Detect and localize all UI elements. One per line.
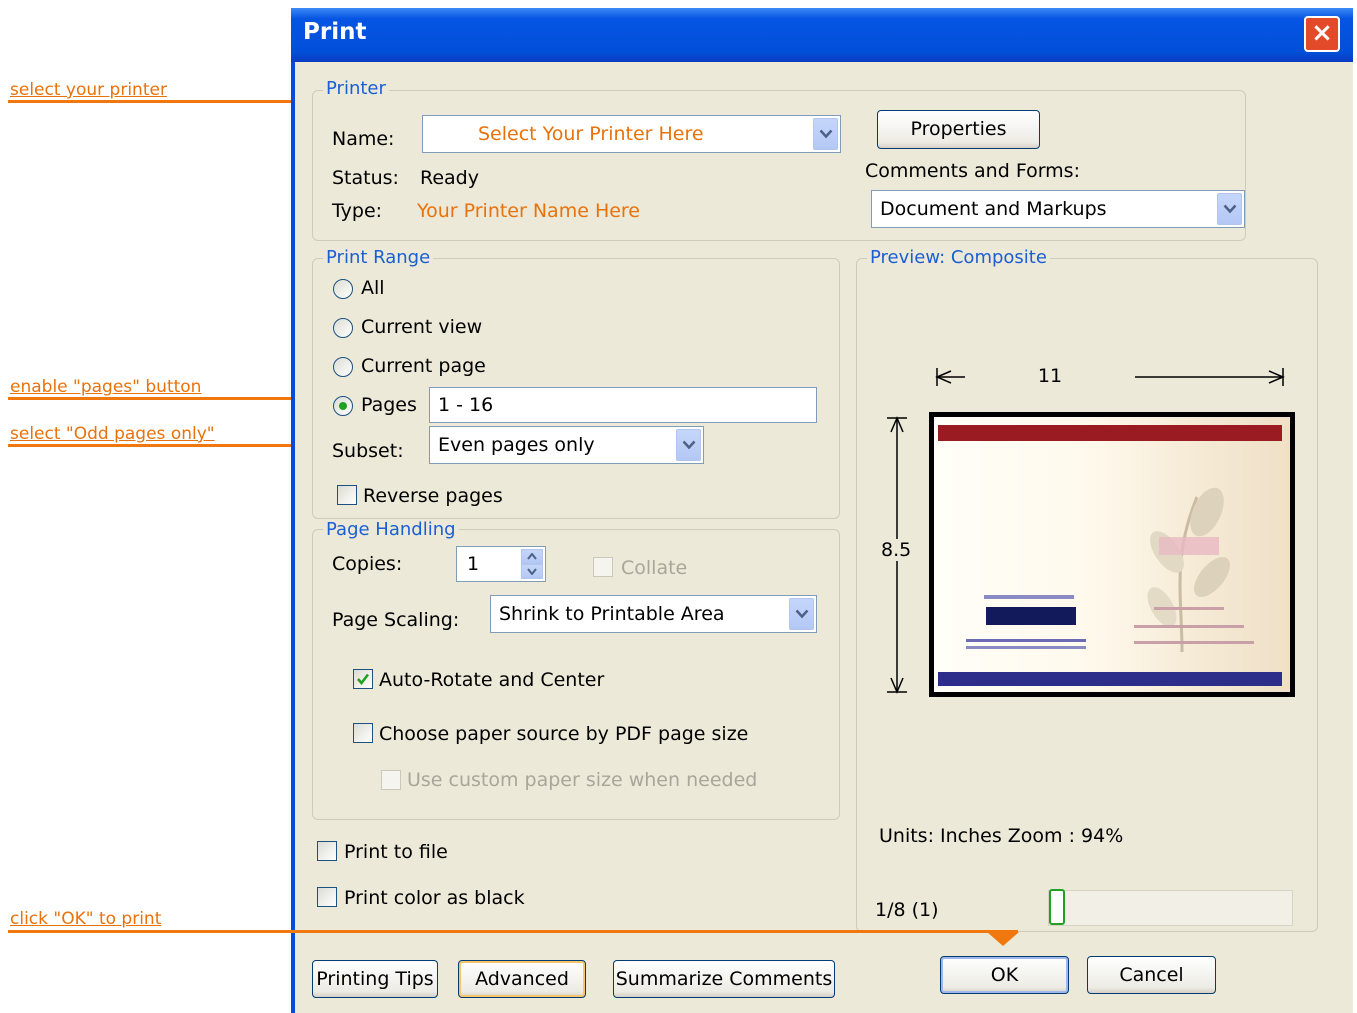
dialog-client: Printer Name: Select Your Printer Here S…	[295, 62, 1353, 1013]
printer-type-value: Your Printer Name Here	[417, 200, 640, 222]
radio-pages-label: Pages	[361, 394, 417, 416]
subset-value: Even pages only	[438, 434, 595, 456]
radio-current-view[interactable]	[333, 318, 353, 338]
preview-blue-band	[938, 672, 1282, 686]
print-dialog: Print × Printer Name: Select Your Printe…	[291, 8, 1353, 1013]
cancel-button[interactable]: Cancel	[1087, 956, 1216, 994]
custom-paper-label: Use custom paper size when needed	[407, 769, 758, 791]
printer-legend: Printer	[323, 78, 389, 99]
copies-value: 1	[467, 553, 480, 575]
advanced-button[interactable]: Advanced	[458, 960, 586, 998]
dialog-title: Print	[303, 19, 367, 45]
preview-star-block	[986, 607, 1076, 625]
page-scaling-label: Page Scaling:	[332, 609, 460, 631]
spin-down-icon[interactable]	[521, 564, 543, 579]
annotation-select-subset: select "Odd pages only"	[10, 424, 215, 444]
page-slider-thumb[interactable]	[1049, 889, 1065, 925]
paper-source-checkbox[interactable]	[353, 723, 373, 743]
chevron-down-icon[interactable]	[813, 118, 838, 150]
reverse-pages-label: Reverse pages	[363, 485, 503, 507]
page-handling-legend: Page Handling	[323, 519, 459, 540]
custom-paper-checkbox[interactable]	[381, 770, 401, 790]
preview-red-band	[938, 425, 1282, 441]
preview-legend: Preview: Composite	[867, 247, 1050, 268]
subset-label: Subset:	[332, 440, 404, 462]
collate-checkbox[interactable]	[593, 557, 613, 577]
page-indicator: 1/8 (1)	[875, 899, 939, 921]
radio-pages[interactable]	[333, 396, 353, 416]
page-preview	[929, 412, 1295, 697]
auto-rotate-checkbox[interactable]	[353, 669, 373, 689]
chevron-down-icon[interactable]	[789, 598, 814, 630]
printer-status-label: Status:	[332, 167, 399, 189]
radio-current-page[interactable]	[333, 357, 353, 377]
print-range-legend: Print Range	[323, 247, 434, 268]
printer-name-select[interactable]: Select Your Printer Here	[422, 115, 841, 153]
printer-name-label: Name:	[332, 128, 395, 150]
annotation-enable-pages: enable "pages" button	[10, 377, 202, 397]
annotation-arrow-ok	[987, 932, 1019, 946]
page-slider[interactable]	[1048, 889, 1293, 926]
radio-current-page-label: Current page	[361, 355, 486, 377]
collate-label: Collate	[621, 557, 688, 579]
print-color-black-checkbox[interactable]	[317, 887, 337, 907]
title-bar: Print ×	[291, 8, 1353, 62]
chevron-down-icon[interactable]	[676, 429, 701, 461]
print-to-file-checkbox[interactable]	[317, 841, 337, 861]
page-scaling-select[interactable]: Shrink to Printable Area	[490, 595, 817, 633]
close-button[interactable]: ×	[1304, 16, 1340, 52]
printer-name-value: Select Your Printer Here	[478, 123, 704, 145]
pages-range-input[interactable]: 1 - 16	[429, 387, 817, 423]
print-to-file-label: Print to file	[344, 841, 448, 863]
properties-button[interactable]: Properties	[877, 110, 1040, 149]
summarize-comments-button[interactable]: Summarize Comments	[613, 960, 835, 998]
comments-forms-label: Comments and Forms:	[865, 160, 1080, 182]
annotation-line-pages	[8, 397, 320, 400]
print-color-black-label: Print color as black	[344, 887, 525, 909]
copies-stepper[interactable]: 1	[456, 546, 546, 582]
width-dimension-label: 11	[965, 365, 1135, 387]
printer-status-value: Ready	[420, 167, 479, 189]
radio-all-label: All	[361, 277, 385, 299]
annotation-line-ok	[8, 930, 1018, 933]
page-scaling-value: Shrink to Printable Area	[499, 603, 725, 625]
printer-type-label: Type:	[332, 200, 383, 222]
printing-tips-button[interactable]: Printing Tips	[312, 960, 438, 998]
annotation-select-printer: select your printer	[10, 80, 167, 100]
ok-button[interactable]: OK	[940, 956, 1069, 994]
radio-all[interactable]	[333, 279, 353, 299]
spin-up-icon[interactable]	[521, 549, 543, 564]
units-zoom-label: Units: Inches Zoom : 94%	[879, 825, 1124, 847]
height-dimension-label: 8.5	[881, 539, 912, 561]
copies-label: Copies:	[332, 553, 403, 575]
subset-select[interactable]: Even pages only	[429, 426, 704, 464]
pages-range-value: 1 - 16	[438, 394, 494, 416]
reverse-pages-checkbox[interactable]	[337, 485, 357, 505]
annotation-click-ok: click "OK" to print	[10, 909, 162, 929]
paper-source-label: Choose paper source by PDF page size	[379, 723, 749, 745]
auto-rotate-label: Auto-Rotate and Center	[379, 669, 605, 691]
comments-forms-select[interactable]: Document and Markups	[871, 190, 1245, 228]
preview-logo-block	[1159, 537, 1219, 555]
preview-page-image	[934, 417, 1290, 692]
annotation-line-subset	[8, 444, 320, 447]
comments-forms-value: Document and Markups	[880, 198, 1107, 220]
radio-current-view-label: Current view	[361, 316, 483, 338]
chevron-down-icon[interactable]	[1217, 193, 1242, 225]
